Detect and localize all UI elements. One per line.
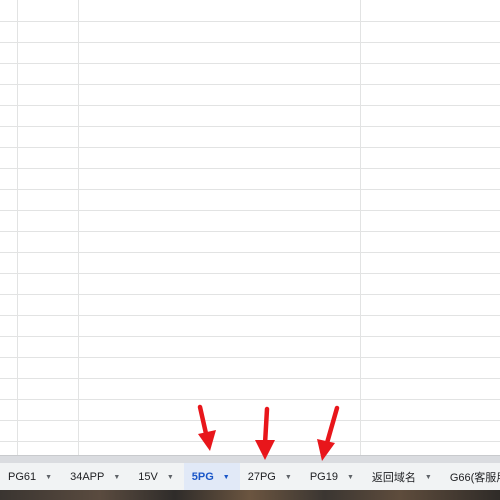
sheet-tab-pg61[interactable]: PG61 ▼ (0, 463, 62, 491)
sheet-tab-5pg[interactable]: 5PG ▼ (183, 463, 240, 491)
caret-down-icon[interactable]: ▼ (285, 474, 292, 481)
red-arrow-icon (255, 406, 275, 460)
sheet-tab-label: 27PG (247, 471, 276, 483)
sheet-tab-label: 返回域名 (371, 472, 416, 484)
sheet-tab-label: 15V (138, 471, 158, 483)
sheet-tab-label: PG61 (8, 471, 37, 483)
column-divider (360, 0, 361, 455)
caret-down-icon[interactable]: ▼ (223, 474, 230, 481)
sheet-tab-return-domain[interactable]: 返回域名 ▼ (364, 463, 442, 491)
sheet-tab-label: 5PG (191, 471, 214, 483)
spreadsheet-grid[interactable] (0, 0, 500, 455)
caret-down-icon[interactable]: ▼ (425, 474, 432, 481)
column-divider (78, 0, 79, 455)
sheet-tab-g66[interactable]: G66(客服用 (442, 463, 500, 491)
column-divider (17, 0, 18, 455)
sheet-tab-15v[interactable]: 15V ▼ (130, 463, 184, 491)
red-arrow-icon (197, 404, 216, 451)
sheet-tab-pg19[interactable]: PG19 ▼ (302, 463, 364, 491)
caret-down-icon[interactable]: ▼ (167, 474, 174, 481)
background-image-strip (0, 490, 500, 500)
sheet-tab-label: PG19 (309, 471, 338, 483)
caret-down-icon[interactable]: ▼ (113, 474, 120, 481)
red-arrow-icon (317, 405, 340, 461)
sheet-tab-label: G66(客服用 (449, 472, 500, 484)
sheet-tab-label: 34APP (70, 471, 105, 483)
sheet-tab-34app[interactable]: 34APP ▼ (62, 463, 130, 491)
sheet-tab-27pg[interactable]: 27PG ▼ (240, 463, 302, 491)
caret-down-icon[interactable]: ▼ (347, 474, 354, 481)
caret-down-icon[interactable]: ▼ (45, 474, 52, 481)
sheet-tab-bar: PG61 ▼ 34APP ▼ 15V ▼ 5PG ▼ 27PG ▼ PG19 ▼… (0, 462, 500, 491)
